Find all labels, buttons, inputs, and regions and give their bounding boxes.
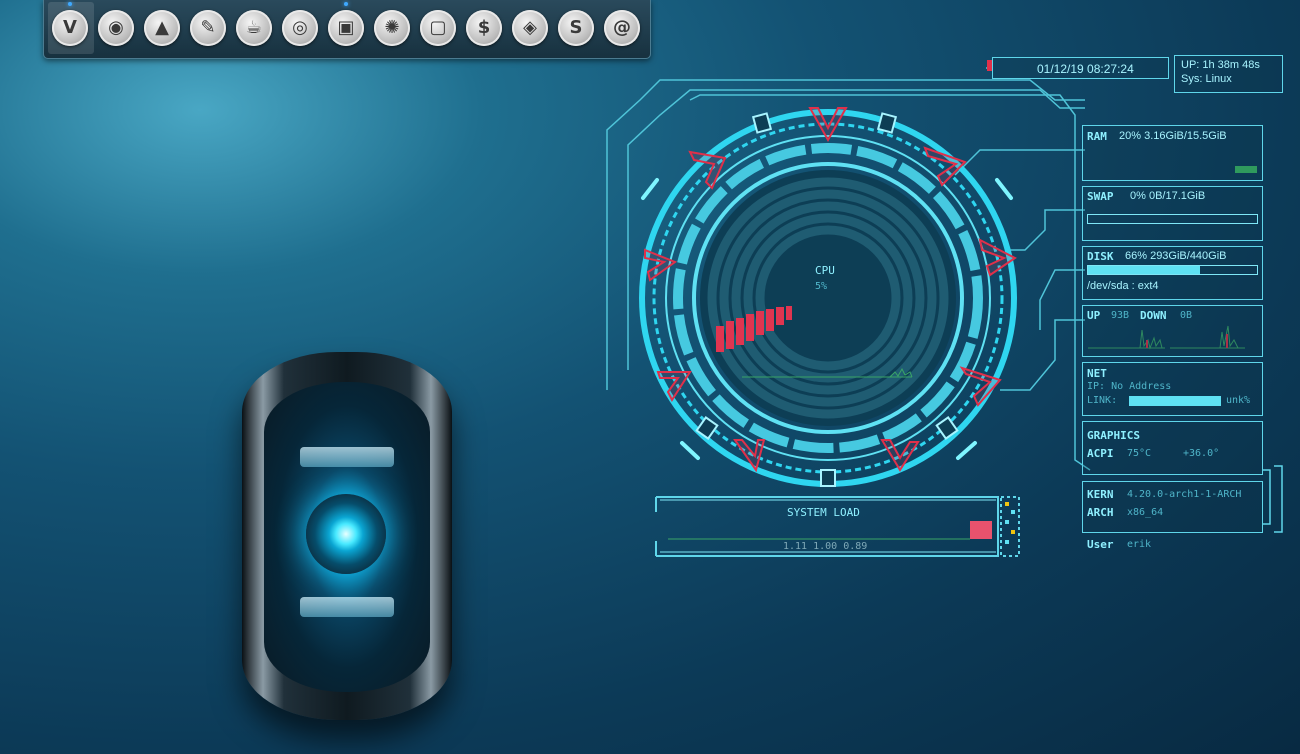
- swap-panel: SWAP 0% 0B/17.1GiB: [1082, 186, 1263, 241]
- kern-value: 4.20.0-arch1-1-ARCH: [1127, 489, 1242, 500]
- acpi-temp2: +36.0°: [1183, 448, 1220, 459]
- swap-label: SWAP: [1087, 190, 1114, 203]
- arch-value: x86_64: [1127, 507, 1164, 518]
- device-band-top: [300, 447, 394, 467]
- disk-bar-fill: [1088, 266, 1200, 274]
- ram-usage-graph: [1235, 166, 1257, 173]
- up-value: 93B: [1111, 310, 1130, 321]
- system-load-label: SYSTEM LOAD: [787, 506, 860, 519]
- kern-label: KERN: [1087, 488, 1114, 501]
- down-label: DOWN: [1140, 309, 1167, 322]
- net-link-bar: [1129, 396, 1221, 406]
- graphics-panel: GRAPHICS ACPI 75°C +36.0°: [1082, 421, 1263, 475]
- sys-text: Sys: Linux: [1181, 73, 1232, 85]
- disk-value: 66% 293GiB/440GiB: [1125, 250, 1227, 262]
- up-label: UP: [1087, 309, 1101, 322]
- datetime-panel: 01/12/19 08:27:24: [992, 57, 1169, 79]
- disk-label: DISK: [1087, 250, 1114, 263]
- side-bracket: [1262, 465, 1283, 533]
- device-band-bottom: [300, 597, 394, 617]
- net-ip: IP: No Address: [1087, 381, 1172, 392]
- disk-device: /dev/sda : ext4: [1087, 280, 1159, 292]
- cpu-label: CPU: [815, 264, 835, 277]
- arc-reactor-device: [242, 352, 452, 720]
- user-value: erik: [1127, 539, 1152, 550]
- ram-value: 20% 3.16GiB/15.5GiB: [1119, 130, 1227, 142]
- datetime-text: 01/12/19 08:27:24: [1037, 62, 1134, 76]
- network-speed-panel: UP 93B DOWN 0B: [1082, 305, 1263, 357]
- swap-value: 0% 0B/17.1GiB: [1130, 190, 1206, 202]
- disk-panel: DISK 66% 293GiB/440GiB /dev/sda : ext4: [1082, 246, 1263, 300]
- kernel-panel: KERN 4.20.0-arch1-1-ARCH ARCH x86_64: [1082, 481, 1263, 533]
- uptime-panel: UP: 1h 38m 48s Sys: Linux: [1174, 55, 1283, 93]
- load-legend-dots: [1005, 502, 1015, 544]
- cpu-ring: [639, 107, 1017, 487]
- net-link-value: unk%: [1226, 395, 1251, 406]
- ram-label: RAM: [1087, 130, 1107, 143]
- user-label: User: [1087, 538, 1114, 551]
- reactor-core: [306, 494, 386, 574]
- net-link-label: LINK:: [1087, 395, 1118, 406]
- net-panel: NET IP: No Address LINK: unk%: [1082, 362, 1263, 416]
- uptime-text: UP: 1h 38m 48s: [1181, 59, 1260, 71]
- down-value: 0B: [1180, 310, 1193, 321]
- swap-bar: [1087, 214, 1258, 224]
- net-label: NET: [1087, 367, 1107, 380]
- graphics-label: GRAPHICS: [1087, 429, 1140, 442]
- acpi-label: ACPI: [1087, 447, 1114, 460]
- system-load-values: 1.11 1.00 0.89: [783, 541, 868, 552]
- acpi-temp: 75°C: [1127, 448, 1152, 459]
- disk-bar: [1087, 265, 1258, 275]
- cpu-percent: 5%: [815, 281, 828, 292]
- arch-label: ARCH: [1087, 506, 1114, 519]
- ram-panel: RAM 20% 3.16GiB/15.5GiB: [1082, 125, 1263, 181]
